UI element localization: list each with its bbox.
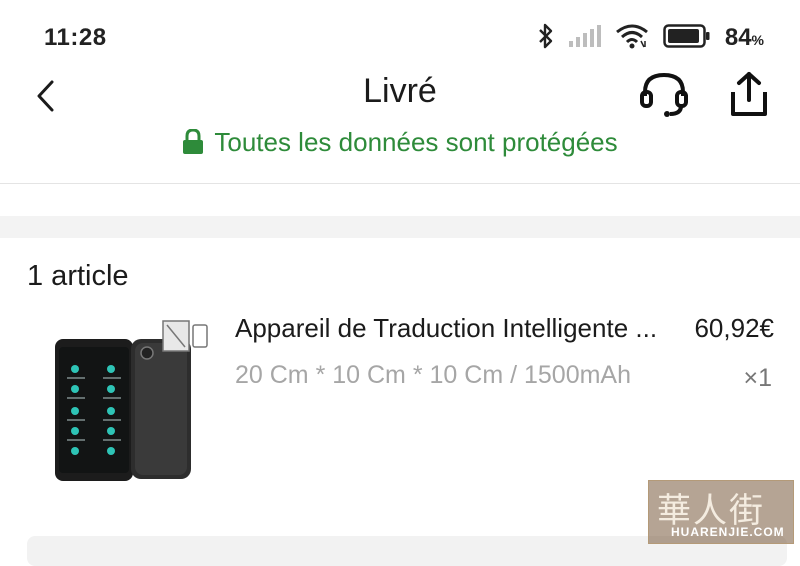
share-button[interactable] [722,70,776,120]
security-notice: Toutes les données sont protégées [0,124,800,160]
headset-icon [640,72,688,117]
battery-percentage: 84% [725,24,764,52]
battery-unit: % [751,32,764,48]
product-name[interactable]: Appareil de Traduction Intelligente ... [235,313,675,344]
status-bar: 11:28 84% [0,0,800,72]
watermark-logo: 華人街 HUARENJIE.COM [648,480,794,544]
status-icons: 84% [537,20,764,56]
header: Livré [0,68,800,128]
bluetooth-icon [537,22,555,55]
product-image[interactable] [27,315,215,511]
share-icon [731,72,767,116]
status-time: 11:28 [44,24,107,51]
product-variant: 20 Cm * 10 Cm * 10 Cm / 1500mAh [235,361,631,389]
signal-icon [568,24,601,52]
battery-icon [663,23,711,53]
battery-value: 84 [724,24,752,51]
security-text: Toutes les données sont protégées [214,126,618,157]
watermark-subtext: HUARENJIE.COM [671,525,785,539]
wifi-icon [615,23,649,54]
lock-icon [183,129,204,154]
product-quantity: ×1 [743,364,772,392]
items-count-heading: 1 article [27,260,129,292]
product-price: 60,92€ [694,313,774,343]
customer-support-button[interactable] [636,70,692,120]
section-separator [0,216,800,238]
divider [0,183,800,184]
